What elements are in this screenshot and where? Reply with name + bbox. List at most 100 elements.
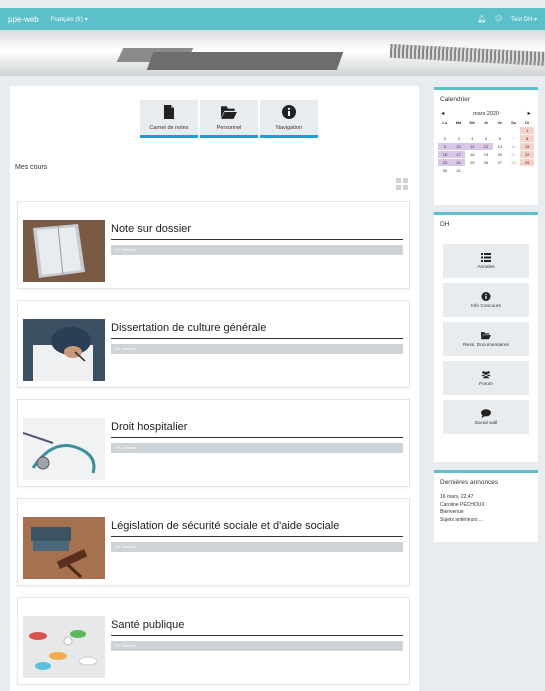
calendar-day	[493, 167, 507, 174]
folder-open-icon	[481, 331, 491, 339]
course-card[interactable]: Droit hospitalier 0% Terminé	[17, 399, 410, 487]
my-courses-heading: Mes cours	[15, 164, 48, 171]
calendar-day[interactable]: 22	[520, 151, 534, 158]
info-circle-icon	[481, 291, 491, 301]
course-image-pills	[23, 616, 105, 678]
calendar-day	[479, 167, 493, 174]
calendar-day[interactable]: 18	[465, 151, 479, 158]
calendar-day[interactable]: 15	[520, 143, 534, 150]
annales-label: Annales	[477, 264, 495, 270]
announcement-subject-link[interactable]: Bienvenue	[440, 509, 532, 517]
comment-icon	[481, 408, 491, 418]
grid-view-icon[interactable]	[396, 178, 408, 190]
course-title[interactable]: Législation de sécurité sociale et d'aid…	[111, 520, 339, 532]
calendar-day[interactable]: 28	[507, 159, 521, 166]
calendar-day[interactable]: 29	[520, 159, 534, 166]
older-topics-link[interactable]: Sujets antérieurs ...	[440, 517, 532, 525]
info-circle-icon	[282, 104, 296, 119]
calendar-day[interactable]: 26	[479, 159, 493, 166]
calendar-day[interactable]: 6	[493, 135, 507, 142]
calendar-day[interactable]: 8	[520, 135, 534, 142]
progress-bar: 0% Terminé	[111, 542, 403, 552]
progress-bar: 0% Terminé	[111, 641, 403, 651]
calendar-day[interactable]: 4	[465, 135, 479, 142]
calendar-weekday: Lu	[442, 120, 448, 125]
language-menu[interactable]: Français (fr) ▾	[51, 16, 88, 23]
calendar-day[interactable]: 13	[493, 143, 507, 150]
calendar-day[interactable]: 27	[493, 159, 507, 166]
calendar-day[interactable]: 3	[452, 135, 466, 142]
course-image-writing	[23, 319, 105, 381]
course-title[interactable]: Dissertation de culture générale	[111, 322, 266, 334]
navigation-button[interactable]: Navigation	[260, 100, 318, 138]
dh-block: DH Annales Info Concours Ress. Documenta…	[434, 212, 538, 462]
calendar-day	[479, 127, 493, 134]
folder-open-icon	[221, 105, 237, 119]
progress-label: 0% Terminé	[115, 643, 137, 648]
social-wall-label: Social wall	[474, 420, 498, 426]
calendar-day[interactable]: 7	[507, 135, 521, 142]
course-card[interactable]: Santé publique 0% Terminé	[17, 597, 410, 685]
calendar-day[interactable]: 1	[520, 127, 534, 134]
ress-documentaires-button[interactable]: Ress. Documentaires	[443, 322, 529, 356]
calendar-day	[465, 127, 479, 134]
calendar-day[interactable]: 20	[493, 151, 507, 158]
calendar-month-nav: ◄ mars 2020 ►	[434, 109, 538, 119]
calendar-day	[520, 167, 534, 174]
course-title[interactable]: Santé publique	[111, 619, 184, 631]
course-card[interactable]: Dissertation de culture générale 0% Term…	[17, 300, 410, 388]
calendar-title: Calendrier	[440, 96, 470, 103]
course-card[interactable]: Note sur dossier 0% Terminé	[17, 201, 410, 289]
calendar-day[interactable]: 24	[451, 159, 466, 166]
calendar-day[interactable]: 16	[438, 151, 452, 158]
calendar-day[interactable]: 21	[507, 151, 521, 158]
user-menu[interactable]: Test DH ▾	[511, 16, 537, 23]
course-title[interactable]: Note sur dossier	[111, 223, 191, 235]
info-concours-button[interactable]: Info Concours	[443, 283, 529, 317]
course-card[interactable]: Législation de sécurité sociale et d'aid…	[17, 498, 410, 586]
main-content: Carnet de notes Personnel Navigation Mes…	[10, 86, 419, 691]
calendar-grid: Lu Ma Me Je Ve Sa Di 1 2 3 4 5 6 7 8 9 10 11 12 13 14 15 16 17 1…	[438, 119, 534, 174]
announcements-block: Dernières annonces 16 mars, 22:47 Caroli…	[434, 470, 538, 542]
course-image-stethoscope	[23, 418, 105, 480]
bell-icon[interactable]: 🔔︎	[477, 15, 486, 23]
chat-icon[interactable]: 💬︎	[494, 15, 503, 23]
prev-month-icon[interactable]: ◄	[440, 111, 445, 117]
calendar-day[interactable]: 31	[452, 167, 466, 174]
calendar-day	[507, 167, 521, 174]
top-navbar: ppe-web Français (fr) ▾ 🔔︎ 💬︎ Test DH ▾	[0, 8, 545, 30]
calendar-day[interactable]: 25	[465, 159, 479, 166]
calendar-day[interactable]: 17	[451, 151, 466, 158]
next-month-icon[interactable]: ►	[527, 111, 532, 117]
file-icon	[164, 104, 174, 119]
course-image-gavel	[23, 517, 105, 579]
gradebook-button[interactable]: Carnet de notes	[140, 100, 198, 138]
calendar-day[interactable]: 11	[465, 143, 480, 150]
calendar-day[interactable]: 23	[438, 159, 452, 166]
calendar-day[interactable]: 5	[479, 135, 493, 142]
personal-files-button[interactable]: Personnel	[200, 100, 258, 138]
announcements-title: Dernières annonces	[440, 479, 499, 486]
calendar-day[interactable]: 14	[507, 143, 521, 150]
calendar-day[interactable]: 9	[438, 143, 452, 150]
course-title[interactable]: Droit hospitalier	[111, 421, 187, 433]
personal-label: Personnel	[216, 124, 242, 131]
calendar-weekday: Ve	[497, 120, 503, 125]
site-brand[interactable]: ppe-web	[8, 15, 39, 24]
calendar-day[interactable]: 2	[438, 135, 452, 142]
gradebook-label: Carnet de notes	[149, 124, 189, 131]
calendar-weekday: Di	[525, 120, 530, 125]
social-wall-button[interactable]: Social wall	[443, 400, 529, 434]
calendar-day[interactable]: 12	[479, 143, 493, 150]
calendar-day	[507, 127, 521, 134]
progress-bar: 0% Terminé	[111, 344, 403, 354]
progress-bar: 0% Terminé	[111, 443, 403, 453]
course-image-notebook	[23, 220, 105, 282]
calendar-day	[465, 167, 479, 174]
ress-documentaires-label: Ress. Documentaires	[463, 342, 509, 348]
calendar-day[interactable]: 30	[438, 167, 452, 174]
calendar-day[interactable]: 10	[451, 143, 466, 150]
forum-button[interactable]: Forum	[443, 361, 529, 395]
calendar-day[interactable]: 19	[479, 151, 493, 158]
annales-button[interactable]: Annales	[443, 244, 529, 278]
